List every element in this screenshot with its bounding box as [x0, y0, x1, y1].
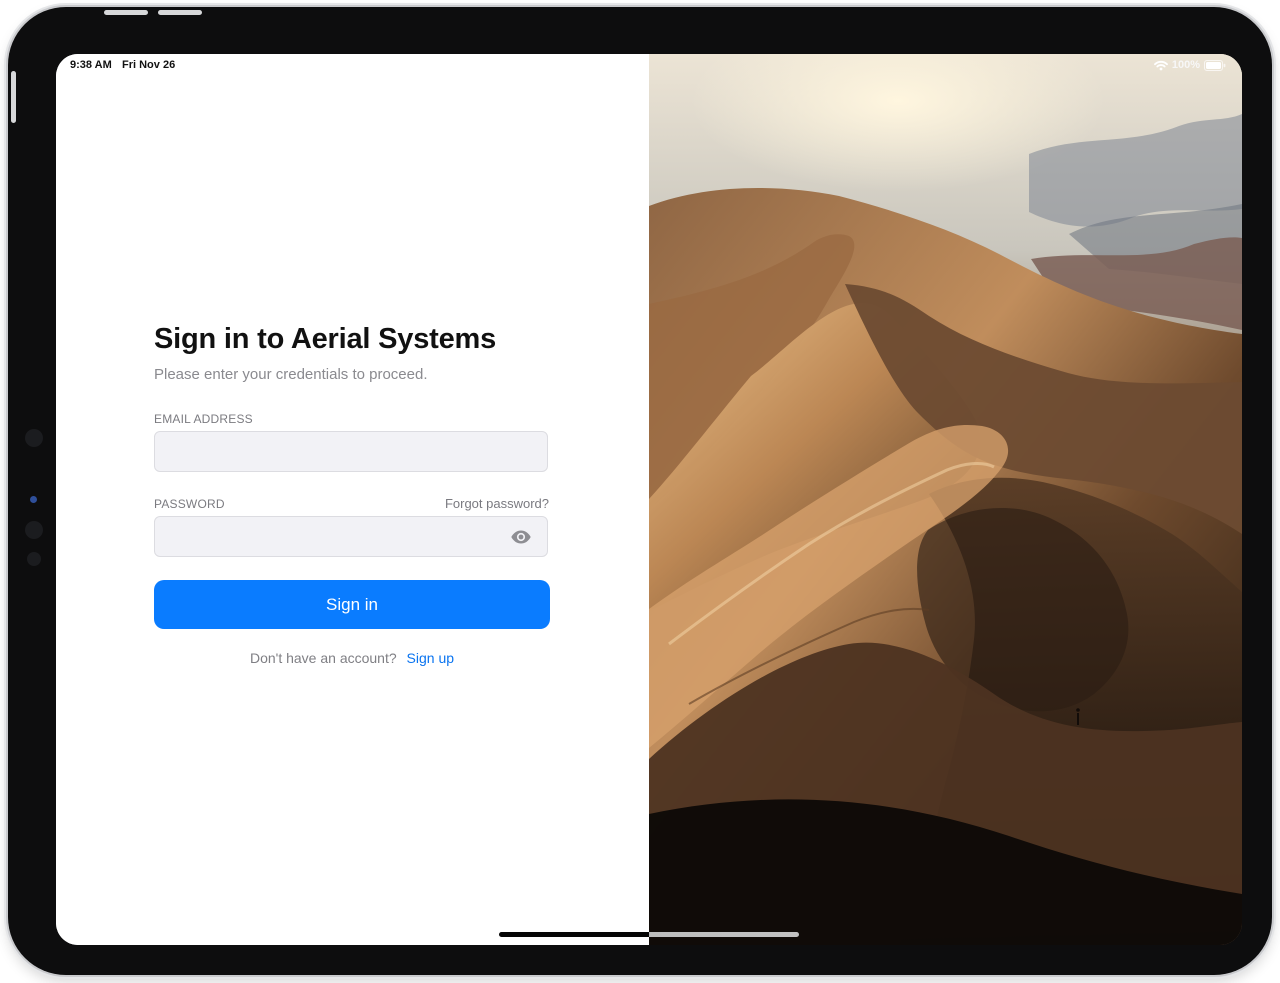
desert-landscape-illustration — [649, 54, 1242, 945]
status-date: Fri Nov 26 — [122, 59, 176, 71]
email-label: EMAIL ADDRESS — [154, 412, 253, 426]
top-button — [104, 10, 148, 15]
battery-percentage: 100% — [1171, 59, 1200, 71]
page-title: Sign in to Aerial Systems — [154, 323, 497, 356]
forgot-password-link[interactable]: Forgot password? — [445, 496, 549, 511]
page-subtitle: Please enter your credentials to proceed… — [154, 366, 428, 383]
desert-dunes-image — [649, 54, 1242, 945]
battery-full-icon — [1204, 59, 1226, 71]
sign-in-panel: Sign in to Aerial Systems Please enter y… — [56, 54, 649, 945]
camera-sensor — [25, 521, 43, 539]
password-label: PASSWORD — [154, 497, 225, 511]
side-button — [11, 71, 16, 123]
email-field[interactable] — [154, 431, 548, 472]
wifi-icon — [1153, 60, 1168, 71]
status-bar: 9:38 AM Fri Nov 26 100% — [56, 54, 1242, 76]
sign-up-link[interactable]: Sign up — [407, 650, 454, 666]
indicator-light — [30, 496, 37, 503]
password-field[interactable] — [154, 516, 548, 557]
ipad-device-frame: 9:38 AM Fri Nov 26 100% Sign in to Aeria… — [8, 7, 1272, 975]
device-screen: 9:38 AM Fri Nov 26 100% Sign in to Aeria… — [56, 54, 1242, 945]
account-question: Don't have an account? — [249, 650, 397, 666]
sign-up-prompt: Don't have an account? Sign up — [154, 650, 550, 666]
camera-sensor — [25, 429, 43, 447]
sign-in-form: Sign in to Aerial Systems Please enter y… — [154, 303, 550, 683]
top-button — [158, 10, 202, 15]
status-right: 100% — [1153, 59, 1226, 71]
home-indicator[interactable] — [499, 932, 799, 937]
status-time: 9:38 AM — [70, 59, 112, 71]
sign-in-button[interactable]: Sign in — [154, 580, 550, 629]
camera-sensor — [27, 552, 41, 566]
eye-icon[interactable] — [510, 529, 532, 545]
